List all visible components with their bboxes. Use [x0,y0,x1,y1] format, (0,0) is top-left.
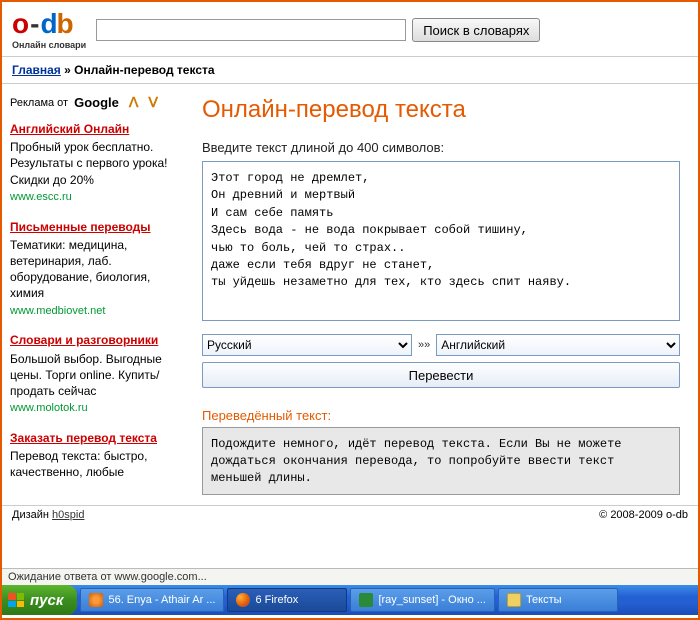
designer-link[interactable]: h0spid [52,509,84,521]
ad-body: Пробный урок бесплатно. Результаты с пер… [10,140,167,186]
taskbar-item[interactable]: 56. Enya - Athair Ar ... [80,588,224,612]
taskbar-item[interactable]: [ray_sunset] - Окно ... [350,588,494,612]
breadcrumb-home[interactable]: Главная [12,63,61,77]
windows-flag-icon [8,593,24,607]
ads-header: Реклама от Google ᐱ ᐯ [10,94,174,111]
page-footer: Дизайн h0spid © 2008-2009 o-db [2,505,698,523]
ad-block: Словари и разговорники Большой выбор. Вы… [10,332,174,416]
result-text: Подождите немного, идёт перевод текста. … [202,427,680,495]
result-label: Переведённый текст: [202,408,680,423]
ad-body: Тематики: медицина, ветеринария, лаб. об… [10,238,150,301]
folder-icon [507,593,521,607]
ad-block: Английский Онлайн Пробный урок бесплатно… [10,121,174,205]
translate-button[interactable]: Перевести [202,362,680,388]
taskbar-item[interactable]: 6 Firefox [227,588,347,612]
taskbar-item[interactable]: Тексты [498,588,618,612]
search-input[interactable] [96,19,406,41]
windows-taskbar: пуск 56. Enya - Athair Ar ... 6 Firefox … [2,585,698,615]
ad-body: Большой выбор. Выгодные цены. Торги onli… [10,352,162,398]
logo-subtitle: Онлайн словари [12,40,86,50]
excel-icon [359,593,373,607]
lang-to-select[interactable]: Английский [436,334,680,356]
lang-separator: »» [418,339,430,351]
ad-url: www.molotok.ru [10,402,88,414]
ad-title-link[interactable]: Заказать перевод текста [10,430,174,446]
main-content: Онлайн-перевод текста Введите текст длин… [182,84,698,505]
ad-title-link[interactable]: Словари и разговорники [10,332,174,348]
breadcrumb: Главная » Онлайн-перевод текста [2,56,698,84]
wmp-icon [89,593,103,607]
site-logo[interactable]: o-db Онлайн словари [12,10,86,50]
ad-block: Письменные переводы Тематики: медицина, … [10,219,174,319]
ads-sidebar: Реклама от Google ᐱ ᐯ Английский Онлайн … [2,84,182,505]
ad-block: Заказать перевод текста Перевод текста: … [10,430,174,481]
ad-url: www.escc.ru [10,191,72,203]
ad-url: www.medbiovet.net [10,305,105,317]
lang-from-select[interactable]: Русский [202,334,412,356]
source-text-input[interactable]: Этот город не дремлет, Он древний и мерт… [202,161,680,321]
ads-nav-arrows[interactable]: ᐱ ᐯ [129,94,161,111]
firefox-icon [236,593,250,607]
ad-body: Перевод текста: быстро, качественно, люб… [10,449,147,479]
ad-title-link[interactable]: Английский Онлайн [10,121,174,137]
search-button[interactable]: Поиск в словарях [412,18,540,42]
input-label: Введите текст длиной до 400 символов: [202,140,680,155]
breadcrumb-current: Онлайн-перевод текста [74,63,214,77]
copyright: © 2008-2009 o-db [599,509,688,521]
ad-title-link[interactable]: Письменные переводы [10,219,174,235]
start-button[interactable]: пуск [2,585,77,615]
browser-status-bar: Ожидание ответа от www.google.com... [2,568,698,585]
header: o-db Онлайн словари Поиск в словарях [2,2,698,56]
page-title: Онлайн-перевод текста [202,96,680,124]
